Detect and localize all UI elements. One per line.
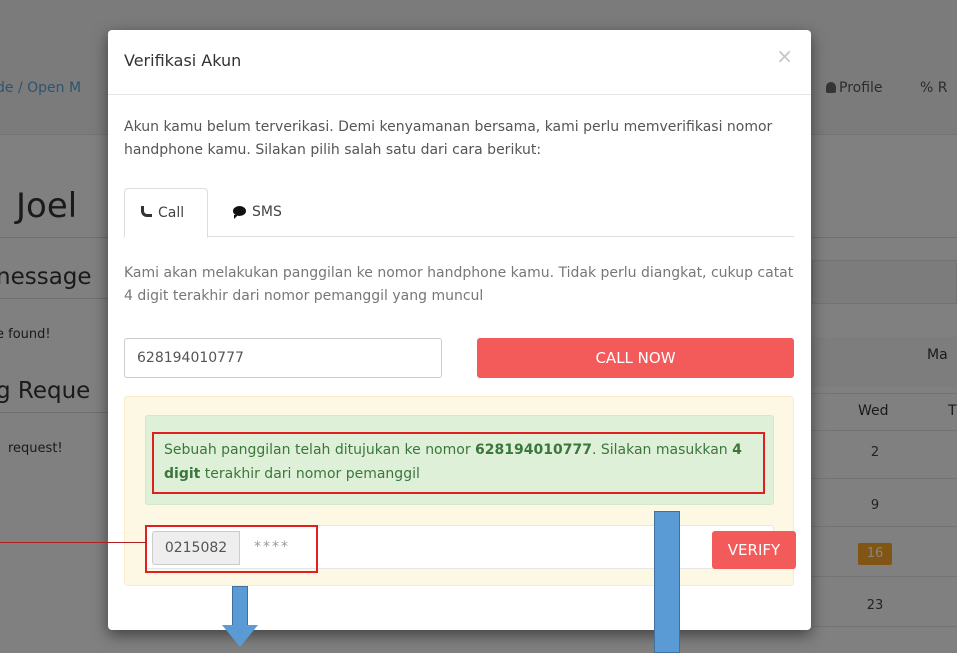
modal-header: Verifikasi Akun × <box>108 30 811 95</box>
intro-text: Akun kamu belum terverikasi. Demi kenyam… <box>124 119 773 158</box>
modal-title: Verifikasi Akun <box>124 51 242 70</box>
annotation-arrow-down-left <box>232 586 248 626</box>
tab-sms[interactable]: SMS <box>217 188 298 238</box>
comment-icon <box>233 206 246 219</box>
highlight-alert-box <box>152 432 765 494</box>
close-icon[interactable]: × <box>776 46 793 66</box>
call-description: Kami akan melakukan panggilan ke nomor h… <box>124 265 794 304</box>
tab-sms-label: SMS <box>252 204 282 220</box>
annotation-arrow-down-right <box>654 511 680 653</box>
call-now-button[interactable]: CALL NOW <box>477 338 794 378</box>
annotation-pointer-line <box>0 542 147 543</box>
tab-call[interactable]: Call <box>124 188 208 238</box>
verify-button[interactable]: VERIFY <box>712 531 796 569</box>
annotation-arrowhead-left <box>222 625 258 647</box>
phone-number-input[interactable]: 628194010777 <box>124 338 442 378</box>
phone-icon <box>141 206 152 217</box>
tab-call-label: Call <box>158 205 185 221</box>
verification-tabs: Call SMS <box>124 188 794 238</box>
highlight-code-box <box>145 525 318 573</box>
